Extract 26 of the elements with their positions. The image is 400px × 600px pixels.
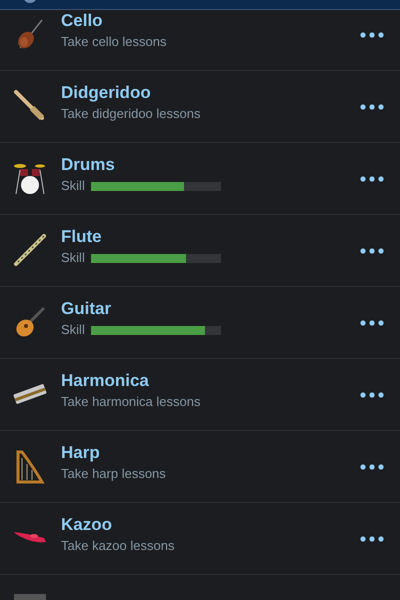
lesson-hint: Take harp lessons [61, 465, 167, 483]
instrument-name: Harp [61, 442, 101, 464]
lesson-hint: Take didgeridoo lessons [61, 105, 202, 123]
instrument-name: Kazoo [61, 514, 113, 536]
more-icon [360, 32, 384, 38]
flute-icon [12, 232, 48, 268]
instrument-name: Harmonica [61, 370, 150, 392]
more-icon [360, 392, 384, 398]
more-icon [360, 248, 384, 254]
instrument-name: Didgeridoo [61, 82, 152, 104]
skill-label: Skill [61, 249, 85, 268]
lesson-hint: Take cello lessons [61, 33, 168, 51]
more-icon [360, 176, 384, 182]
instrument-name: Guitar [61, 298, 112, 320]
more-icon [360, 104, 384, 110]
kazoo-icon [12, 531, 48, 545]
lesson-hint: Take harmonica lessons [61, 393, 202, 411]
instrument-name: Cello [61, 10, 104, 32]
lesson-hint: Take kazoo lessons [61, 537, 176, 555]
skill-label: Skill [61, 321, 85, 340]
more-icon [360, 536, 384, 542]
more-icon [360, 464, 384, 470]
instrument-name: Flute [61, 226, 103, 248]
instrument-name: Drums [61, 154, 116, 176]
skill-label: Skill [61, 177, 85, 196]
more-icon [360, 320, 384, 326]
